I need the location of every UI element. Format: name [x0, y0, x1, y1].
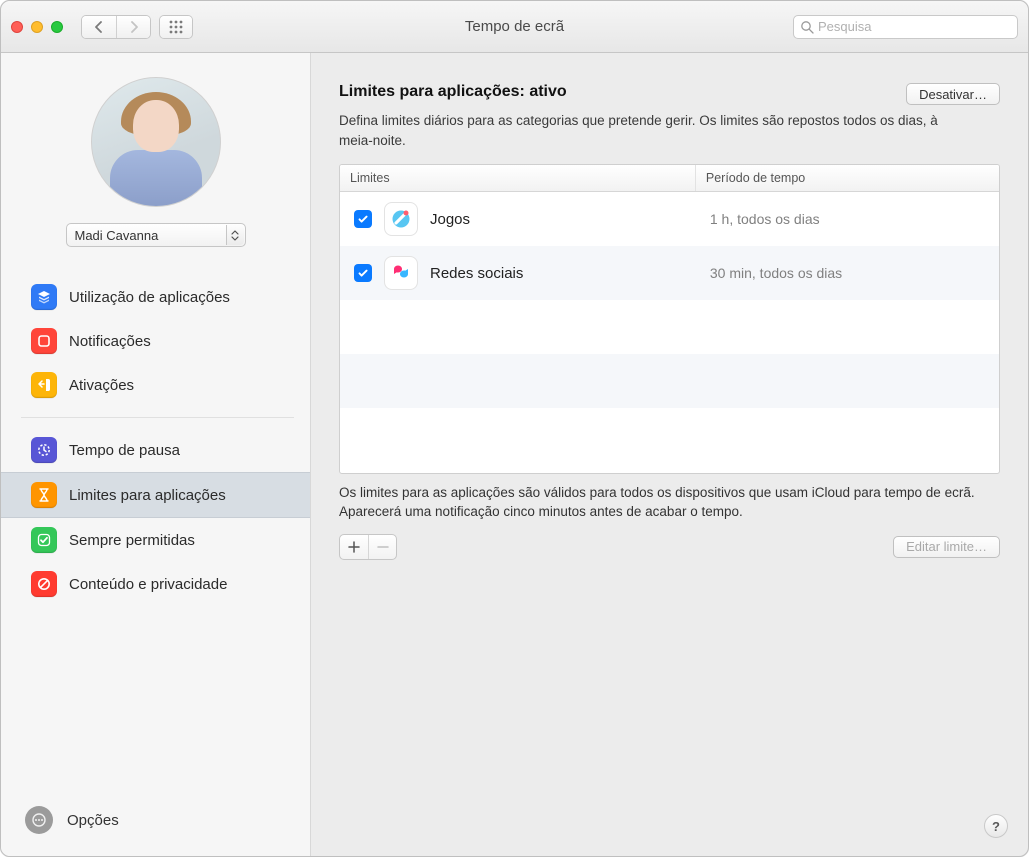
- show-all-button[interactable]: [159, 15, 193, 39]
- pickup-icon: [31, 372, 57, 398]
- sidebar-item-label: Sempre permitidas: [69, 532, 195, 549]
- remove-limit-button[interactable]: [368, 535, 396, 559]
- table-row-empty: [340, 300, 999, 354]
- row-checkbox[interactable]: [354, 210, 372, 228]
- more-icon: [25, 806, 53, 834]
- disable-button[interactable]: Desativar…: [906, 83, 1000, 105]
- sidebar-item-downtime[interactable]: Tempo de pausa: [1, 428, 310, 472]
- nav-back-forward: [81, 15, 151, 39]
- layers-icon: [31, 284, 57, 310]
- row-time: 1 h, todos os dias: [696, 211, 999, 227]
- sidebar-item-pickups[interactable]: Ativações: [1, 363, 310, 407]
- table-body: Jogos 1 h, todos os dias: [340, 192, 999, 473]
- games-icon: [384, 202, 418, 236]
- minus-icon: [377, 541, 389, 553]
- table-row-empty: [340, 408, 999, 462]
- social-icon: [384, 256, 418, 290]
- table-row-empty: [340, 354, 999, 408]
- sidebar-item-label: Utilização de aplicações: [69, 289, 230, 306]
- user-avatar: [91, 77, 221, 207]
- sidebar-item-app-usage[interactable]: Utilização de aplicações: [1, 275, 310, 319]
- edit-limit-button[interactable]: Editar limite…: [893, 536, 1000, 558]
- sidebar-options[interactable]: Opções: [1, 790, 310, 856]
- sidebar-item-content-privacy[interactable]: Conteúdo e privacidade: [1, 562, 310, 606]
- col-header-time[interactable]: Período de tempo: [696, 165, 999, 191]
- sidebar-item-app-limits[interactable]: Limites para aplicações: [1, 472, 310, 518]
- chevron-right-icon: [129, 21, 139, 33]
- sidebar-item-label: Limites para aplicações: [69, 487, 226, 504]
- plus-icon: [348, 541, 360, 553]
- row-name: Jogos: [430, 211, 470, 228]
- sidebar-separator: [21, 417, 294, 418]
- titlebar: Tempo de ecrã: [1, 1, 1028, 53]
- stepper-icon: [226, 225, 244, 245]
- downtime-icon: [31, 437, 57, 463]
- footnote: Os limites para as aplicações são válido…: [339, 484, 979, 522]
- check-icon: [357, 213, 369, 225]
- page-description: Defina limites diários para as categoria…: [339, 111, 959, 150]
- preferences-window: Tempo de ecrã Madi Cavanna: [0, 0, 1029, 857]
- search-icon: [800, 20, 814, 34]
- add-limit-button[interactable]: [340, 535, 368, 559]
- limits-table: Limites Período de tempo Jogos: [339, 164, 1000, 474]
- zoom-window-button[interactable]: [51, 21, 63, 33]
- add-remove-segment: [339, 534, 397, 560]
- row-name: Redes sociais: [430, 265, 523, 282]
- user-select-label: Madi Cavanna: [75, 228, 159, 243]
- sidebar-item-notifications[interactable]: Notificações: [1, 319, 310, 363]
- main-panel: Limites para aplicações: ativo Desativar…: [311, 53, 1028, 856]
- sidebar-item-label: Conteúdo e privacidade: [69, 576, 227, 593]
- minimize-window-button[interactable]: [31, 21, 43, 33]
- sidebar-options-label: Opções: [67, 812, 119, 829]
- table-row[interactable]: Jogos 1 h, todos os dias: [340, 192, 999, 246]
- sidebar-item-always-allowed[interactable]: Sempre permitidas: [1, 518, 310, 562]
- col-header-limits[interactable]: Limites: [340, 165, 696, 191]
- grid-icon: [169, 20, 183, 34]
- back-button[interactable]: [82, 16, 116, 38]
- notification-icon: [31, 328, 57, 354]
- check-icon: [357, 267, 369, 279]
- hourglass-icon: [31, 482, 57, 508]
- table-row[interactable]: Redes sociais 30 min, todos os dias: [340, 246, 999, 300]
- sidebar-nav: Utilização de aplicações Notificações At…: [1, 275, 310, 616]
- sidebar-item-label: Ativações: [69, 377, 134, 394]
- close-window-button[interactable]: [11, 21, 23, 33]
- help-button[interactable]: ?: [984, 814, 1008, 838]
- no-entry-icon: [31, 571, 57, 597]
- question-icon: ?: [992, 819, 1000, 834]
- table-header: Limites Período de tempo: [340, 165, 999, 192]
- sidebar-item-label: Notificações: [69, 333, 151, 350]
- row-time: 30 min, todos os dias: [696, 265, 999, 281]
- sidebar-item-label: Tempo de pausa: [69, 442, 180, 459]
- search-input[interactable]: [818, 19, 1011, 34]
- sidebar: Madi Cavanna Utilização de aplicações: [1, 53, 311, 856]
- page-title: Limites para aplicações: ativo: [339, 83, 567, 101]
- row-checkbox[interactable]: [354, 264, 372, 282]
- check-icon: [31, 527, 57, 553]
- window-controls: [11, 21, 63, 33]
- chevron-left-icon: [94, 21, 104, 33]
- user-select[interactable]: Madi Cavanna: [66, 223, 246, 247]
- status-badge: ativo: [529, 83, 566, 100]
- forward-button[interactable]: [116, 16, 150, 38]
- search-field[interactable]: [793, 15, 1018, 39]
